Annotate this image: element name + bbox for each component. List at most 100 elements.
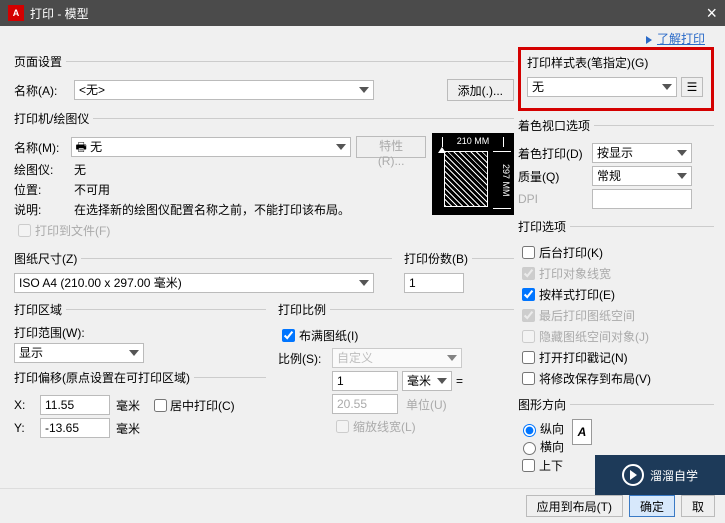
play-icon (622, 464, 644, 486)
drawing-unit-input (332, 394, 398, 414)
page-name-label: 名称(A): (14, 82, 74, 99)
option-label: 按样式打印(E) (539, 286, 615, 303)
option-row: 打印对象线宽 (518, 264, 714, 283)
offset-group: 打印偏移(原点设置在可打印区域) X: 毫米 居中打印(C) Y: 毫米 (14, 369, 266, 441)
paper-size-legend: 图纸尺寸(Z) (14, 250, 81, 267)
paper-size-select[interactable]: ISO A4 (210.00 x 297.00 毫米) (14, 273, 374, 293)
arrow-icon (646, 36, 652, 44)
preview-page (444, 151, 488, 207)
lineweights-label: 缩放线宽(L) (353, 418, 416, 435)
portrait-label: 纵向 (540, 420, 564, 437)
style-table-legend: 打印样式表(笔指定)(G) (527, 54, 705, 71)
option-label: 隐藏图纸空间对象(J) (539, 328, 649, 345)
x-label: X: (14, 398, 34, 412)
shaded-legend: 着色视口选项 (518, 117, 594, 134)
plot-area-group: 打印区域 打印范围(W): 显示 (14, 301, 266, 363)
fit-label: 布满图纸(I) (299, 327, 358, 344)
x-unit: 毫米 (116, 397, 140, 414)
title-bar: A 打印 - 模型 × (0, 0, 725, 26)
upside-label: 上下 (539, 457, 563, 474)
option-row: 隐藏图纸空间对象(J) (518, 327, 714, 346)
y-label: Y: (14, 421, 34, 435)
option-row: 将修改保存到布局(V) (518, 369, 714, 388)
window-title: 打印 - 模型 (30, 5, 706, 22)
desc-label: 说明: (14, 201, 74, 218)
option-checkbox-5[interactable] (522, 351, 535, 364)
option-checkbox-6[interactable] (522, 372, 535, 385)
upside-checkbox[interactable] (522, 459, 535, 472)
page-setup-group: 页面设置 名称(A): <无> 添加(.)... (14, 53, 514, 104)
close-icon[interactable]: × (706, 3, 717, 24)
y-unit: 毫米 (116, 420, 140, 437)
options-group: 打印选项 后台打印(K) 打印对象线宽按样式打印(E) 最后打印图纸空间隐藏图纸空间… (518, 218, 714, 390)
location-value: 不可用 (74, 181, 110, 198)
y-input[interactable] (40, 418, 110, 438)
printer-name-label: 名称(M): (14, 139, 71, 156)
option-checkbox-2[interactable] (522, 288, 535, 301)
shade-select[interactable]: 按显示 (592, 143, 692, 163)
quality-select[interactable]: 常规 (592, 166, 692, 186)
copies-legend: 打印份数(B) (404, 250, 472, 267)
preview-width-label: 210 MM (442, 137, 504, 147)
landscape-radio[interactable] (523, 442, 536, 455)
add-button[interactable]: 添加(.)... (447, 79, 514, 101)
page-name-select[interactable]: <无> (74, 80, 374, 100)
scale-select: 自定义 (332, 348, 462, 368)
offset-legend: 打印偏移(原点设置在可打印区域) (14, 369, 194, 386)
brand-overlay: 溜溜自学 (595, 455, 725, 495)
brand-text: 溜溜自学 (650, 467, 698, 484)
plot-scale-legend: 打印比例 (278, 301, 330, 318)
printer-legend: 打印机/绘图仪 (14, 110, 93, 127)
style-table-select[interactable]: 无 (527, 77, 677, 97)
fit-checkbox[interactable] (282, 329, 295, 342)
scale-label: 比例(S): (278, 350, 332, 367)
option-row: 后台打印(K) (518, 243, 714, 262)
page-setup-legend: 页面设置 (14, 53, 66, 70)
desc-value: 在选择新的绘图仪配置名称之前，不能打印该布局。 (74, 201, 350, 218)
dpi-input (592, 189, 692, 209)
portrait-radio[interactable] (523, 424, 536, 437)
apply-button[interactable]: 应用到布局(T) (526, 495, 623, 517)
style-table-highlight: 打印样式表(笔指定)(G) 无 ☰ (518, 47, 714, 111)
plot-range-label: 打印范围(W): (14, 324, 266, 341)
plotter-label: 绘图仪: (14, 161, 74, 178)
x-input[interactable] (40, 395, 110, 415)
plot-scale-group: 打印比例 布满图纸(I) 比例(S): 自定义 (278, 301, 514, 438)
dpi-label: DPI (518, 192, 592, 206)
option-checkbox-4 (522, 330, 535, 343)
print-to-file-checkbox (18, 224, 31, 237)
option-label: 最后打印图纸空间 (539, 307, 635, 324)
cancel-button[interactable]: 取 (681, 495, 715, 517)
options-legend: 打印选项 (518, 218, 570, 235)
scale-unit-input[interactable] (332, 371, 398, 391)
ok-button[interactable]: 确定 (629, 495, 675, 517)
copies-input[interactable] (404, 273, 464, 293)
option-row: 最后打印图纸空间 (518, 306, 714, 325)
plotter-value: 无 (74, 161, 86, 178)
paper-preview: 210 MM 297 MM (432, 133, 514, 215)
printer-group: 打印机/绘图仪 名称(M): 🖶 无 特性(R)... 绘图仪: 无 (14, 110, 514, 242)
shade-label: 着色打印(D) (518, 145, 592, 162)
shaded-group: 着色视口选项 着色打印(D) 按显示 质量(Q) 常规 DPI (518, 117, 714, 212)
scale-unit-select[interactable]: 毫米 (402, 371, 452, 391)
drawing-unit-label: 单位(U) (406, 396, 447, 413)
lineweights-checkbox (336, 420, 349, 433)
printer-name-select[interactable]: 🖶 无 (71, 137, 351, 157)
copies-group: 打印份数(B) (404, 250, 514, 293)
learn-print-link[interactable]: 了解打印 (657, 32, 705, 46)
landscape-label: 横向 (540, 438, 564, 455)
option-label: 后台打印(K) (539, 244, 603, 261)
option-label: 打印对象线宽 (539, 265, 611, 282)
style-table-edit-button[interactable]: ☰ (681, 77, 703, 97)
option-checkbox-1 (522, 267, 535, 280)
learn-link-row: 了解打印 (0, 26, 725, 47)
location-label: 位置: (14, 181, 74, 198)
orientation-legend: 图形方向 (518, 396, 570, 413)
option-checkbox-0[interactable] (522, 246, 535, 259)
properties-button: 特性(R)... (356, 136, 426, 158)
option-checkbox-3 (522, 309, 535, 322)
print-to-file-label: 打印到文件(F) (35, 222, 110, 239)
center-checkbox[interactable] (154, 399, 167, 412)
option-row: 按样式打印(E) (518, 285, 714, 304)
plot-range-select[interactable]: 显示 (14, 343, 144, 363)
